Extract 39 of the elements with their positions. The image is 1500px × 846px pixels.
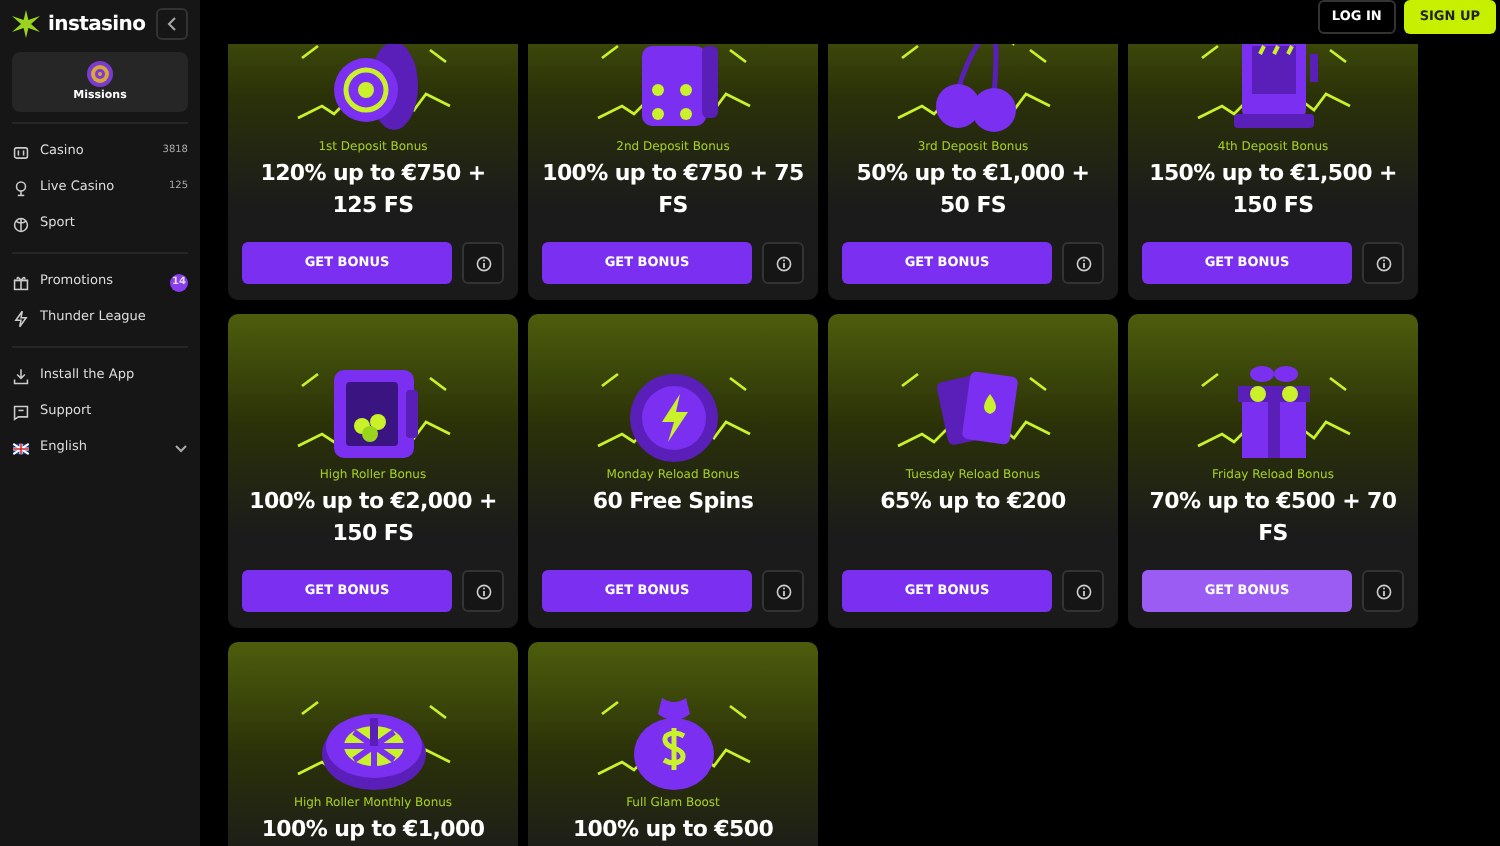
bonus-title: 65% up to €200 xyxy=(880,486,1066,518)
info-icon xyxy=(775,255,791,271)
info-button[interactable] xyxy=(762,242,804,284)
slot-machine-icon xyxy=(12,143,30,161)
info-icon xyxy=(775,583,791,599)
info-icon xyxy=(1075,583,1091,599)
info-button[interactable] xyxy=(462,242,504,284)
download-icon xyxy=(12,367,30,385)
lightning-icon xyxy=(12,309,30,327)
bonus-title: 70% up to €500 + 70 FS xyxy=(1147,486,1399,550)
logo-text: instasino xyxy=(48,11,146,39)
info-button[interactable] xyxy=(762,570,804,612)
target-icon xyxy=(86,59,114,88)
bonus-title: 100% up to €500 xyxy=(572,814,774,846)
info-icon xyxy=(475,255,491,271)
info-button[interactable] xyxy=(1362,570,1404,612)
info-icon xyxy=(1375,583,1391,599)
info-icon xyxy=(475,583,491,599)
flag-icon xyxy=(12,439,30,457)
bonus-title: 50% up to €1,000 + 50 FS xyxy=(854,158,1092,222)
gift-icon xyxy=(12,273,30,291)
chevron-left-icon xyxy=(166,16,178,32)
info-button[interactable] xyxy=(1062,242,1104,284)
ball-icon xyxy=(12,215,30,233)
chevron-down-icon xyxy=(174,443,188,453)
star-logo-icon xyxy=(12,10,40,38)
info-button[interactable] xyxy=(1362,242,1404,284)
info-button[interactable] xyxy=(462,570,504,612)
collapse-button[interactable] xyxy=(156,8,188,40)
bonus-title: 100% up to €2,000 + 150 FS xyxy=(247,486,499,550)
chat-icon xyxy=(12,403,30,421)
info-button[interactable] xyxy=(1062,570,1104,612)
bonus-title: 100% up to €750 + 75 FS xyxy=(542,158,804,222)
bonus-title: 100% up to €1,000 xyxy=(261,814,485,846)
bonus-title: 120% up to €750 + 125 FS xyxy=(258,158,488,222)
info-icon xyxy=(1375,255,1391,271)
info-icon xyxy=(1075,255,1091,271)
bonus-title: 150% up to €1,500 + 150 FS xyxy=(1147,158,1399,222)
bonus-title: 60 Free Spins xyxy=(592,486,754,518)
